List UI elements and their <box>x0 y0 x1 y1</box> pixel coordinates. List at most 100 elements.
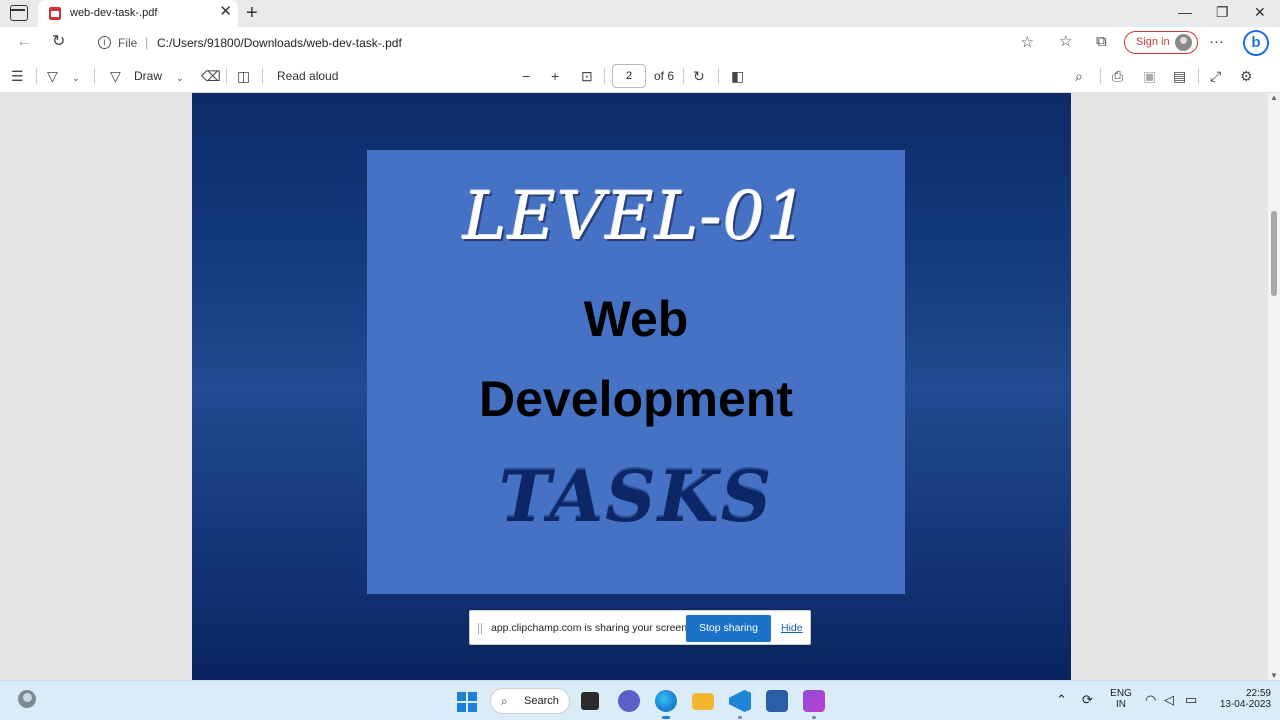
highlight-icon[interactable]: ▽ <box>47 68 58 84</box>
new-tab-icon[interactable]: + <box>246 2 258 24</box>
address-row: ← ↻ i File | C:/Users/91800/Downloads/we… <box>0 27 1280 59</box>
hide-link[interactable]: Hide <box>781 622 803 634</box>
fullscreen-icon[interactable]: ⤢ <box>1210 68 1221 84</box>
eraser-icon[interactable]: ⌫ <box>201 68 221 84</box>
page-view-icon[interactable]: ◧ <box>731 68 744 84</box>
clipchamp-icon[interactable] <box>803 690 825 712</box>
draw-chevron-icon[interactable]: ⌄ <box>176 70 184 86</box>
zoom-out-icon[interactable]: − <box>522 68 530 84</box>
collections-icon[interactable]: ⧉ <box>1096 33 1107 51</box>
divider <box>683 68 684 84</box>
battery-icon[interactable]: ▭ <box>1185 692 1197 708</box>
start-button[interactable] <box>457 692 477 712</box>
divider <box>262 68 263 84</box>
level-heading: LEVEL-01 <box>463 178 809 255</box>
scroll-up-icon[interactable]: ▲ <box>1270 93 1278 102</box>
divider <box>1198 68 1199 84</box>
save-icon[interactable]: ▣ <box>1143 68 1156 84</box>
window-close-icon[interactable]: ✕ <box>1254 4 1266 20</box>
store-icon[interactable] <box>766 690 788 712</box>
sync-icon[interactable]: ⟳ <box>1082 692 1093 708</box>
add-favorite-icon[interactable]: ☆ <box>1021 33 1034 51</box>
read-aloud-button[interactable]: Read aloud <box>277 69 338 83</box>
folder-icon[interactable] <box>692 693 714 710</box>
scroll-down-icon[interactable]: ▼ <box>1270 671 1278 680</box>
maximize-icon[interactable]: ❐ <box>1216 4 1229 20</box>
share-message: app.clipchamp.com is sharing your screen… <box>491 622 691 634</box>
screen-share-bar: app.clipchamp.com is sharing your screen… <box>469 610 811 645</box>
close-tab-icon[interactable]: ✕ <box>219 4 232 20</box>
taskbar-search[interactable]: ⌕ Search <box>490 688 570 714</box>
search-label: Search <box>524 695 559 707</box>
active-indicator <box>662 716 670 719</box>
print-icon[interactable]: ⎙ <box>1112 68 1123 84</box>
stop-sharing-button[interactable]: Stop sharing <box>686 615 771 642</box>
minimize-icon[interactable]: — <box>1178 4 1192 20</box>
search-icon[interactable]: ⌕ <box>1075 68 1083 84</box>
highlight-chevron-icon[interactable]: ⌄ <box>72 70 80 86</box>
rotate-icon[interactable]: ↻ <box>693 68 705 84</box>
clock[interactable]: 22:59 13-04-2023 <box>1207 688 1271 710</box>
tasks-heading: TASKS <box>498 455 774 538</box>
chevron-up-icon[interactable]: ⌃ <box>1056 692 1067 708</box>
draw-icon[interactable]: ▽ <box>110 68 121 84</box>
clock-time: 22:59 <box>1245 688 1271 699</box>
page-number-input[interactable]: 2 <box>612 64 646 88</box>
pdf-viewer: LEVEL-01 Web Development TASKS app.clipc… <box>0 93 1280 680</box>
settings-gear-icon[interactable]: ⚙ <box>1240 68 1253 84</box>
pdf-toolbar: ☰ ▽ ⌄ ▽ Draw ⌄ ⌫ ◫ Read aloud − + ⊡ 2 of… <box>0 59 1280 93</box>
pdf-icon <box>49 7 61 20</box>
tab-active[interactable]: web-dev-task-.pdf ✕ <box>38 0 238 27</box>
tab-strip: web-dev-task-.pdf ✕ + — ❐ ✕ <box>0 0 1280 27</box>
url-separator: | <box>145 35 149 50</box>
tab-actions-icon[interactable] <box>10 5 28 21</box>
more-menu-icon[interactable]: ··· <box>1209 33 1224 51</box>
divider <box>94 68 95 84</box>
sign-in-label: Sign in <box>1136 36 1170 48</box>
divider <box>1100 68 1101 84</box>
back-icon[interactable]: ← <box>16 33 32 51</box>
search-icon: ⌕ <box>501 694 508 708</box>
divider <box>604 68 605 84</box>
avatar <box>1175 34 1192 51</box>
contents-icon[interactable]: ☰ <box>11 68 24 84</box>
tab-title: web-dev-task-.pdf <box>70 7 158 19</box>
refresh-icon[interactable]: ↻ <box>52 33 65 51</box>
edge-icon[interactable] <box>655 690 677 712</box>
taskbar: ⌕ Search ⌃ ⟳ ENG IN ◠ ◁ ▭ 22:59 13-04-20… <box>0 680 1280 720</box>
title-line-1: Web <box>583 291 689 347</box>
page-total: of 6 <box>654 69 675 83</box>
drag-handle-icon[interactable] <box>478 623 482 634</box>
language-line-1: ENG <box>1110 688 1132 699</box>
scrollbar[interactable]: ▲ ▼ <box>1268 93 1280 680</box>
zoom-in-icon[interactable]: + <box>551 68 559 84</box>
language-line-2: IN <box>1116 699 1126 710</box>
draw-label[interactable]: Draw <box>134 69 162 83</box>
scrollbar-thumb[interactable] <box>1271 211 1277 296</box>
volume-icon[interactable]: ◁ <box>1164 692 1174 708</box>
url-path[interactable]: C:/Users/91800/Downloads/web-dev-task-.p… <box>157 36 402 50</box>
running-indicator <box>812 716 816 719</box>
language-indicator[interactable]: ENG IN <box>1108 688 1134 710</box>
url-scheme: File <box>118 36 138 50</box>
bing-chat-icon[interactable]: b <box>1243 30 1269 56</box>
running-indicator <box>738 716 742 719</box>
clock-date: 13-04-2023 <box>1219 699 1271 710</box>
favorites-icon[interactable]: ☆ <box>1059 33 1072 51</box>
chat-icon[interactable] <box>618 690 640 712</box>
widgets-icon[interactable] <box>18 690 36 708</box>
info-icon[interactable]: i <box>98 36 111 49</box>
divider <box>226 68 227 84</box>
pdf-page: LEVEL-01 Web Development TASKS <box>192 93 1071 680</box>
wifi-icon[interactable]: ◠ <box>1145 692 1156 708</box>
title-line-2: Development <box>479 371 793 427</box>
divider <box>36 68 37 84</box>
divider <box>718 68 719 84</box>
save-as-icon[interactable]: ▤ <box>1173 68 1186 84</box>
vscode-icon[interactable] <box>729 690 751 712</box>
read-aloud-icon[interactable]: ◫ <box>237 68 250 84</box>
fit-page-icon[interactable]: ⊡ <box>581 68 593 84</box>
address-bar[interactable]: i File | C:/Users/91800/Downloads/web-de… <box>85 30 1046 56</box>
file-explorer-dark-icon[interactable] <box>581 692 599 710</box>
sign-in-button[interactable]: Sign in <box>1124 31 1198 54</box>
